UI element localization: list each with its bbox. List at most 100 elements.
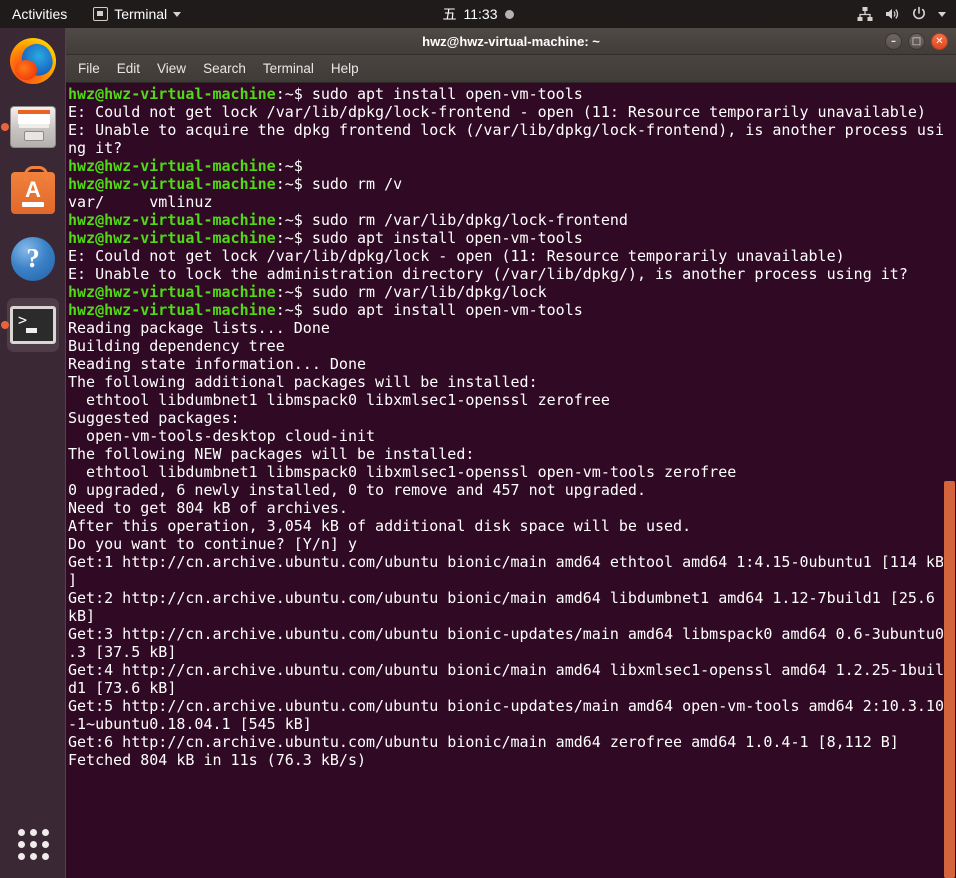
terminal-prompt-line: hwz@hwz-virtual-machine:~$ sudo apt inst… (68, 301, 943, 319)
volume-icon[interactable] (884, 6, 900, 22)
menu-edit[interactable]: Edit (117, 61, 140, 76)
terminal-output-line: Get:2 http://cn.archive.ubuntu.com/ubunt… (68, 589, 935, 607)
terminal-window: hwz@hwz-virtual-machine: ~ – □ ✕ File Ed… (66, 28, 956, 878)
terminal-output-line: E: Unable to lock the administration dir… (68, 265, 908, 283)
terminal-prompt-user: hwz@hwz-virtual-machine (68, 175, 276, 193)
terminal-prompt-path: :~$ sudo rm /var/lib/dpkg/lock-frontend (275, 211, 628, 229)
app-grid-icon (17, 828, 49, 860)
show-applications-button[interactable] (0, 810, 66, 878)
help-icon: ? (9, 235, 57, 283)
menu-terminal[interactable]: Terminal (263, 61, 314, 76)
terminal-output-line: Get:5 http://cn.archive.ubuntu.com/ubunt… (68, 697, 944, 715)
window-title: hwz@hwz-virtual-machine: ~ (422, 33, 600, 49)
terminal-prompt-path: :~$ (275, 157, 303, 175)
desktop: Activities Terminal 五 11:33 A ? > hwz@hw… (0, 0, 956, 878)
terminal-prompt-line: hwz@hwz-virtual-machine:~$ (68, 157, 943, 175)
terminal-prompt-user: hwz@hwz-virtual-machine (68, 85, 276, 103)
terminal-output-line: Get:3 http://cn.archive.ubuntu.com/ubunt… (68, 625, 944, 643)
terminal-prompt-user: hwz@hwz-virtual-machine (68, 157, 276, 175)
terminal-prompt-user: hwz@hwz-virtual-machine (68, 229, 276, 247)
menu-help[interactable]: Help (331, 61, 359, 76)
terminal-output-line: E: Unable to acquire the dpkg frontend l… (68, 121, 944, 139)
chevron-down-icon[interactable] (938, 11, 946, 17)
title-bar[interactable]: hwz@hwz-virtual-machine: ~ – □ ✕ (66, 28, 956, 55)
running-indicator-files (1, 123, 9, 131)
terminal-output-line: Reading state information... Done (68, 355, 367, 373)
clock-day[interactable]: 五 (443, 4, 457, 24)
terminal-output-line: Suggested packages: (68, 409, 240, 427)
terminal-text: hwz@hwz-virtual-machine:~$ sudo apt inst… (68, 83, 944, 769)
terminal-output-line: E: Could not get lock /var/lib/dpkg/lock… (68, 103, 926, 121)
chevron-down-icon (173, 11, 182, 17)
terminal-output-line: ng it? (68, 139, 123, 157)
terminal-output-line: -1~ubuntu0.18.04.1 [545 kB] (68, 715, 312, 733)
terminal-output-line: The following NEW packages will be insta… (68, 445, 475, 463)
terminal-output-line: Get:4 http://cn.archive.ubuntu.com/ubunt… (68, 661, 944, 679)
running-indicator-terminal (1, 321, 9, 329)
dock-item-files[interactable] (0, 94, 66, 160)
terminal-prompt-path: :~$ sudo apt install open-vm-tools (275, 85, 583, 103)
terminal-prompt-line: hwz@hwz-virtual-machine:~$ sudo rm /var/… (68, 211, 943, 229)
terminal-output-line: var/ vmlinuz (68, 193, 213, 211)
terminal-output-area[interactable]: hwz@hwz-virtual-machine:~$ sudo apt inst… (66, 83, 956, 878)
terminal-prompt-path: :~$ sudo apt install open-vm-tools (275, 229, 583, 247)
dock-item-firefox[interactable] (0, 28, 66, 94)
notification-dot-icon[interactable] (504, 9, 514, 19)
terminal-prompt-line: hwz@hwz-virtual-machine:~$ sudo apt inst… (68, 229, 943, 247)
terminal-output-line: ethtool libdumbnet1 libmspack0 libxmlsec… (68, 463, 737, 481)
terminal-prompt-user: hwz@hwz-virtual-machine (68, 283, 276, 301)
dock-item-help[interactable]: ? (0, 226, 66, 292)
activities-button[interactable]: Activities (0, 0, 77, 28)
terminal-output-line: d1 [73.6 kB] (68, 679, 177, 697)
terminal-prompt-path: :~$ sudo apt install open-vm-tools (275, 301, 583, 319)
terminal-prompt-line: hwz@hwz-virtual-machine:~$ sudo apt inst… (68, 85, 943, 103)
dock-item-terminal[interactable]: > (0, 292, 66, 358)
network-wired-icon[interactable] (857, 6, 873, 22)
terminal-output-line: Get:6 http://cn.archive.ubuntu.com/ubunt… (68, 733, 899, 751)
menu-bar: File Edit View Search Terminal Help (66, 55, 956, 83)
files-icon (9, 103, 57, 151)
terminal-prompt-path: :~$ sudo rm /var/lib/dpkg/lock (275, 283, 547, 301)
menu-file[interactable]: File (78, 61, 100, 76)
clock-time[interactable]: 11:33 (464, 6, 498, 22)
minimize-button[interactable]: – (885, 33, 902, 50)
terminal-output-line: Need to get 804 kB of archives. (68, 499, 348, 517)
terminal-output-line: Building dependency tree (68, 337, 285, 355)
firefox-icon (9, 37, 57, 85)
terminal-output-line: 0 upgraded, 6 newly installed, 0 to remo… (68, 481, 646, 499)
terminal-output-line: Reading package lists... Done (68, 319, 330, 337)
terminal-scrollbar[interactable] (943, 83, 956, 878)
scrollbar-thumb[interactable] (944, 481, 955, 878)
top-bar: Activities Terminal 五 11:33 (0, 0, 956, 28)
terminal-icon: > (9, 301, 57, 349)
terminal-output-line: ] (68, 571, 78, 589)
terminal-prompt-user: hwz@hwz-virtual-machine (68, 211, 276, 229)
ubuntu-software-icon: A (9, 166, 57, 217)
terminal-output-line: The following additional packages will b… (68, 373, 538, 391)
dock: A ? > (0, 28, 66, 878)
maximize-button[interactable]: □ (908, 33, 925, 50)
window-controls: – □ ✕ (885, 28, 948, 55)
terminal-output-line: Fetched 804 kB in 11s (76.3 kB/s) (68, 751, 367, 769)
app-menu-label: Terminal (114, 6, 168, 22)
terminal-output-line: Do you want to continue? [Y/n] y (68, 535, 357, 553)
close-button[interactable]: ✕ (931, 33, 948, 50)
terminal-output-line: kB] (68, 607, 96, 625)
terminal-prompt-path: :~$ sudo rm /v (275, 175, 403, 193)
dock-item-ubuntu-software[interactable]: A (0, 160, 66, 226)
terminal-output-line: .3 [37.5 kB] (68, 643, 177, 661)
menu-view[interactable]: View (157, 61, 186, 76)
terminal-output-line: Get:1 http://cn.archive.ubuntu.com/ubunt… (68, 553, 944, 571)
menu-search[interactable]: Search (203, 61, 246, 76)
system-status-area[interactable] (857, 0, 946, 28)
terminal-prompt-line: hwz@hwz-virtual-machine:~$ sudo rm /var/… (68, 283, 943, 301)
terminal-output-line: ethtool libdumbnet1 libmspack0 libxmlsec… (68, 391, 610, 409)
terminal-app-icon (93, 7, 109, 21)
terminal-prompt-line: hwz@hwz-virtual-machine:~$ sudo rm /v (68, 175, 943, 193)
terminal-output-line: open-vm-tools-desktop cloud-init (68, 427, 376, 445)
terminal-output-line: After this operation, 3,054 kB of additi… (68, 517, 692, 535)
terminal-prompt-user: hwz@hwz-virtual-machine (68, 301, 276, 319)
app-menu-terminal[interactable]: Terminal (85, 0, 189, 28)
terminal-output-line: E: Could not get lock /var/lib/dpkg/lock… (68, 247, 845, 265)
power-icon[interactable] (911, 6, 927, 22)
